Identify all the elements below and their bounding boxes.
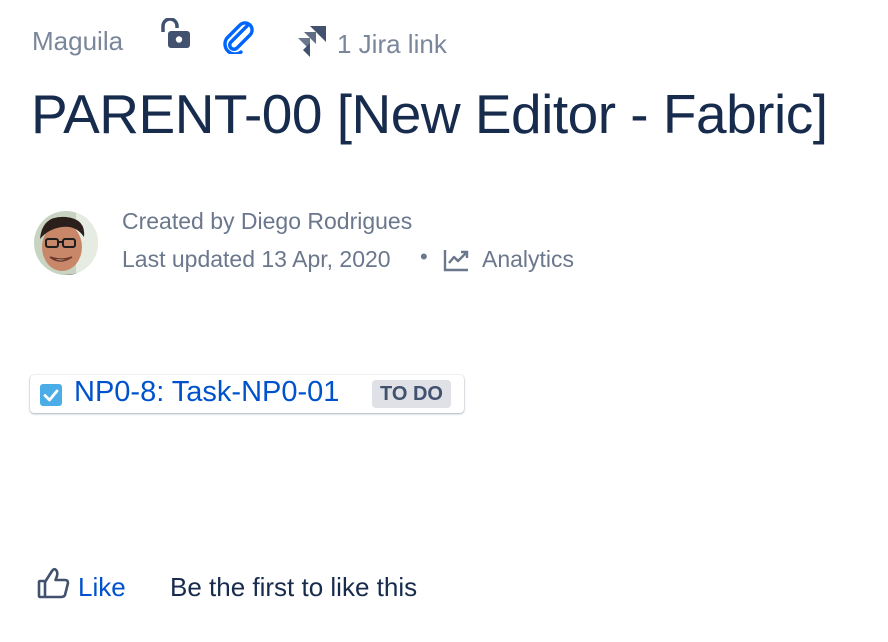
space-name[interactable]: Maguila	[32, 26, 123, 57]
jira-link-label: 1 Jira link	[337, 29, 447, 59]
confluence-page: Maguila 1 Jira link PARENT-00 [New Edito…	[0, 0, 888, 642]
unlocked-padlock-icon[interactable]	[160, 18, 194, 52]
paperclip-icon[interactable]	[219, 18, 255, 54]
like-summary: Be the first to like this	[170, 572, 418, 602]
status-lozenge: TO DO	[372, 380, 451, 408]
user-avatar[interactable]	[34, 211, 98, 275]
meta-separator: •	[420, 244, 428, 269]
page-title: PARENT-00 [New Editor - Fabric]	[31, 83, 828, 145]
analytics-label: Analytics	[482, 246, 575, 272]
thumbs-up-icon	[37, 567, 70, 599]
jira-issue-smart-link[interactable]: NP0-8: Task-NP0-01 TO DO	[30, 375, 464, 413]
issue-key-summary: NP0-8: Task-NP0-01	[74, 376, 340, 408]
last-updated[interactable]: Last updated 13 Apr, 2020	[122, 246, 391, 273]
created-by: Created by Diego Rodrigues	[122, 208, 413, 234]
analytics-chart-icon	[443, 250, 469, 272]
task-checkbox-icon	[40, 384, 62, 406]
like-label: Like	[78, 572, 126, 602]
jira-icon	[298, 26, 326, 57]
